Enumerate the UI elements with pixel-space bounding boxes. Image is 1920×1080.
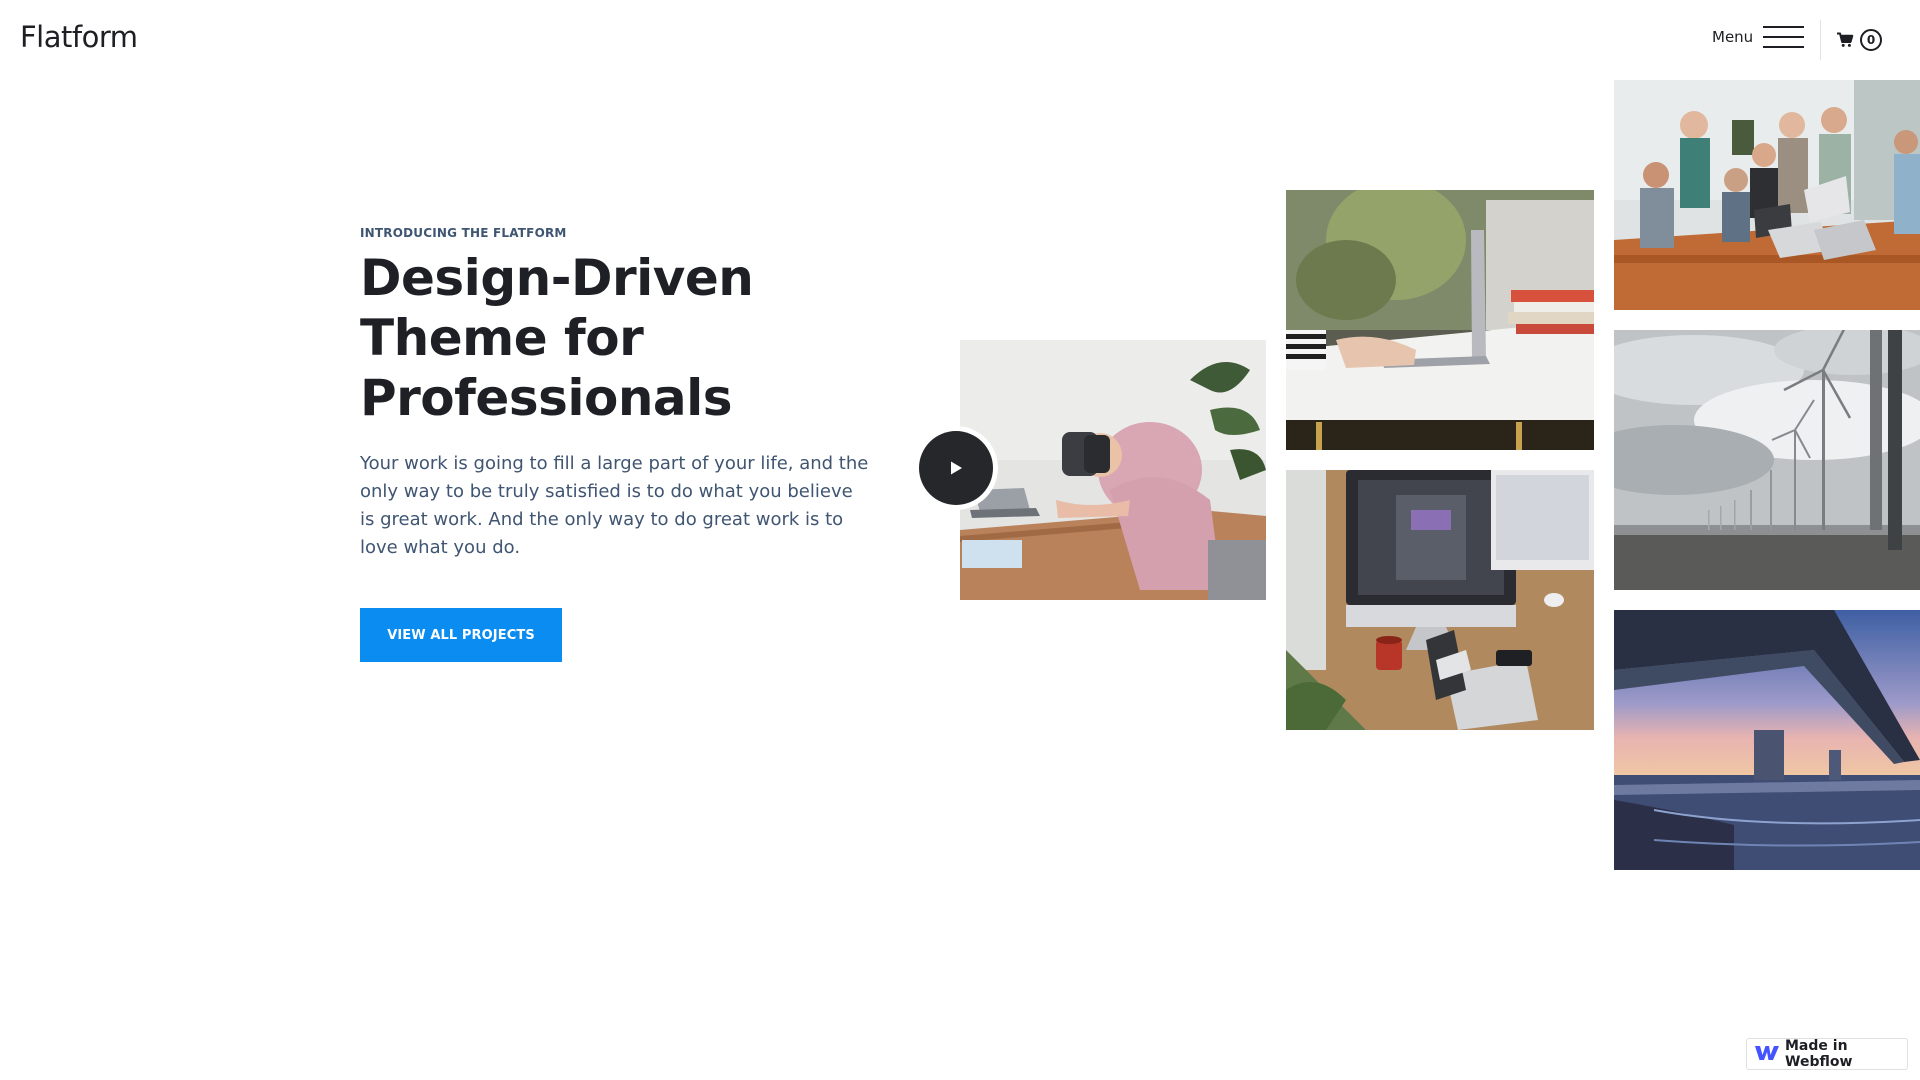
- cart-count: 0: [1860, 29, 1882, 51]
- photo-vr-headset: [960, 340, 1266, 600]
- photo-team-meeting: [1614, 80, 1920, 310]
- hamburger-icon: [1763, 26, 1805, 48]
- hero-eyebrow: INTRODUCING THE FLATFORM: [360, 226, 567, 240]
- photo-wind-turbines: [1614, 330, 1920, 590]
- play-icon: [919, 431, 993, 505]
- header-divider: [1820, 20, 1821, 60]
- menu-button[interactable]: Menu: [1712, 26, 1805, 48]
- made-in-webflow-badge[interactable]: Made in Webflow: [1746, 1038, 1908, 1070]
- cart-button[interactable]: 0: [1836, 29, 1882, 51]
- site-logo[interactable]: Flatform: [20, 20, 138, 54]
- hero-section: INTRODUCING THE FLATFORM Design-Driven T…: [360, 226, 880, 662]
- hero-description: Your work is going to fill a large part …: [360, 453, 869, 558]
- photo-imac-desk: [1286, 470, 1594, 730]
- menu-label: Menu: [1712, 28, 1754, 46]
- hero-title: Design-Driven Theme for Professionals: [360, 249, 754, 427]
- webflow-logo-icon: [1755, 1044, 1779, 1064]
- view-all-projects-button[interactable]: VIEW ALL PROJECTS: [360, 608, 562, 662]
- photo-bridge-sunset: [1614, 610, 1920, 870]
- badge-label: Made in Webflow: [1785, 1038, 1853, 1070]
- site-header: Flatform Menu 0: [0, 0, 1920, 80]
- play-video-button[interactable]: [914, 426, 998, 510]
- photo-typing-laptop: [1286, 190, 1594, 450]
- cart-icon: [1836, 32, 1854, 48]
